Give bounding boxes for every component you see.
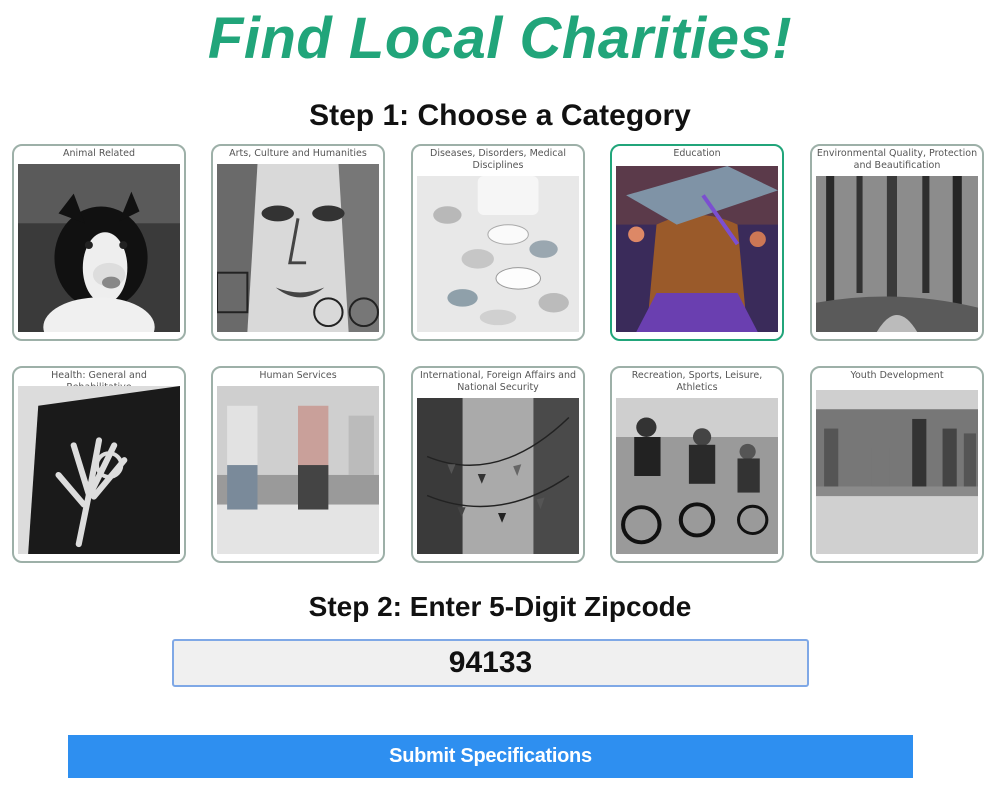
category-label: Youth Development [850, 370, 944, 381]
submit-button[interactable]: Submit Specifications [68, 735, 913, 778]
step1-heading: Step 1: Choose a Category [309, 99, 691, 132]
graduation-cap-photo [616, 166, 778, 332]
category-card-youth-development[interactable]: Youth Development [810, 366, 984, 563]
flags-street-photo [417, 398, 579, 554]
youth-group-photo [816, 390, 978, 554]
category-card-diseases[interactable]: Diseases, Disorders, Medical Disciplines [411, 144, 585, 341]
category-card-international[interactable]: International, Foreign Affairs and Natio… [411, 366, 585, 563]
category-label: Education [673, 148, 721, 159]
step2-heading: Step 2: Enter 5-Digit Zipcode [308, 591, 692, 622]
zipcode-input[interactable] [172, 639, 809, 687]
category-label: Recreation, Sports, Leisure, Athletics [631, 370, 763, 393]
category-card-environmental[interactable]: Environmental Quality, Protection and Be… [810, 144, 984, 341]
category-card-recreation[interactable]: Recreation, Sports, Leisure, Athletics [610, 366, 784, 563]
people-sitting-photo [217, 386, 379, 554]
category-card-health[interactable]: Health: General and Rehabilitative [12, 366, 186, 563]
category-card-education[interactable]: Education [610, 144, 784, 341]
pills-photo [417, 176, 579, 332]
mural-face-photo [217, 164, 379, 332]
cyclists-photo [616, 398, 778, 554]
hand-xray-photo [18, 386, 180, 554]
category-card-human-services[interactable]: Human Services [211, 366, 385, 563]
forest-path-photo [816, 176, 978, 332]
page-title: Find Local Charities! [207, 6, 793, 71]
category-card-arts[interactable]: Arts, Culture and Humanities [211, 144, 385, 341]
category-label: Human Services [259, 370, 337, 381]
category-label: Diseases, Disorders, Medical Disciplines [430, 148, 566, 171]
category-label: International, Foreign Affairs and Natio… [419, 370, 577, 393]
border-collie-dog-photo [18, 164, 180, 332]
category-label: Arts, Culture and Humanities [229, 148, 367, 159]
category-label: Animal Related [63, 148, 135, 159]
category-label: Environmental Quality, Protection and Be… [816, 148, 978, 171]
category-card-animal-related[interactable]: Animal Related [12, 144, 186, 341]
